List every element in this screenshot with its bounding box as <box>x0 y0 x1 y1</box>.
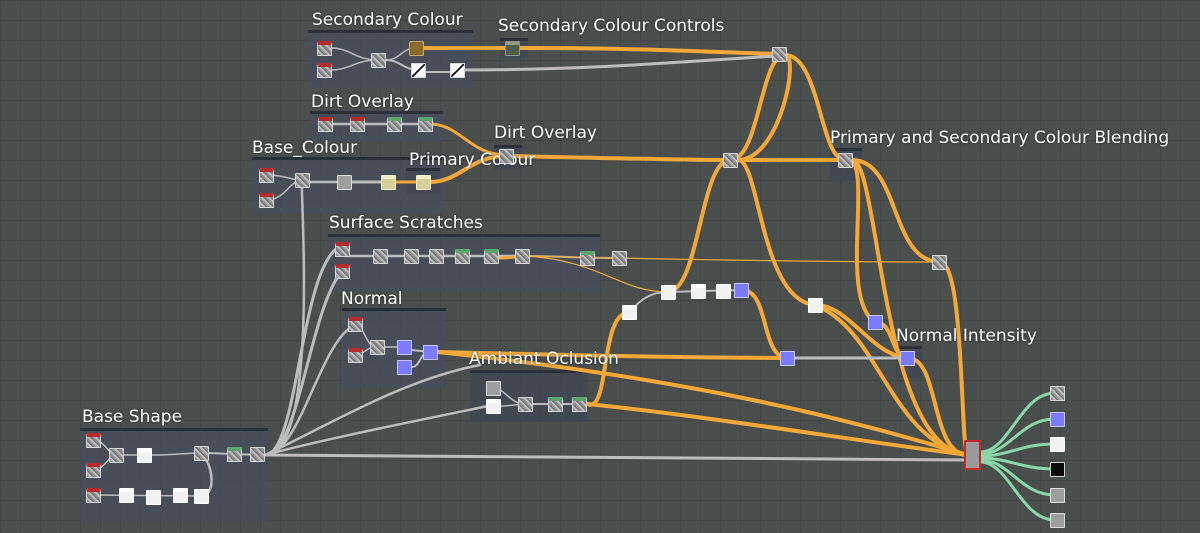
node[interactable] <box>505 41 520 56</box>
node[interactable] <box>691 284 706 299</box>
node[interactable] <box>348 317 363 332</box>
frame-title-surface-scratches: Surface Scratches <box>329 213 483 233</box>
node[interactable] <box>370 340 385 355</box>
ambient-occlusion-output[interactable] <box>1050 513 1065 528</box>
node[interactable] <box>429 249 444 264</box>
metallic-output[interactable] <box>1050 462 1065 477</box>
node[interactable] <box>423 345 438 360</box>
node[interactable] <box>486 399 501 414</box>
node-label-dirt-overlay: Dirt Overlay <box>494 123 597 143</box>
node[interactable] <box>371 53 386 68</box>
node-label-normal-intensity: Normal Intensity <box>896 326 1037 346</box>
node[interactable] <box>335 242 350 257</box>
node-label-primary-colour: Primary Colour <box>409 150 536 170</box>
node[interactable] <box>418 117 433 132</box>
node[interactable] <box>317 41 332 56</box>
node[interactable] <box>119 488 134 503</box>
roughness-output[interactable] <box>1050 437 1065 452</box>
node[interactable] <box>259 168 274 183</box>
node[interactable] <box>518 397 533 412</box>
node[interactable] <box>137 448 152 463</box>
node-label-secondary-colour-controls: Secondary Colour Controls <box>498 16 725 36</box>
node[interactable] <box>295 173 310 188</box>
node-label-ambiant-oclusion: Ambiant Oclusion <box>469 349 619 369</box>
node[interactable] <box>404 249 419 264</box>
node[interactable] <box>484 249 499 264</box>
node[interactable] <box>397 360 412 375</box>
node[interactable] <box>932 255 947 270</box>
node[interactable] <box>499 149 514 164</box>
node[interactable] <box>317 63 332 78</box>
node[interactable] <box>335 264 350 279</box>
node[interactable] <box>86 433 101 448</box>
material-output-node[interactable] <box>964 440 981 470</box>
frame-title-normal: Normal <box>341 289 403 309</box>
node[interactable] <box>486 381 501 396</box>
node[interactable] <box>572 397 587 412</box>
node[interactable] <box>373 249 388 264</box>
node[interactable] <box>455 249 470 264</box>
frame-title-base-colour: Base_Colour <box>252 138 358 158</box>
connection-wires <box>92 46 1057 522</box>
node[interactable] <box>194 446 209 461</box>
node[interactable] <box>780 351 795 366</box>
node[interactable] <box>900 351 915 366</box>
node[interactable] <box>397 340 412 355</box>
node[interactable] <box>868 315 883 330</box>
node[interactable] <box>622 305 637 320</box>
node[interactable] <box>259 193 274 208</box>
node[interactable] <box>387 117 402 132</box>
node[interactable] <box>86 463 101 478</box>
node[interactable] <box>515 249 530 264</box>
node[interactable] <box>86 488 101 503</box>
node[interactable] <box>250 447 265 462</box>
node[interactable] <box>808 298 823 313</box>
node[interactable] <box>580 251 595 266</box>
node[interactable] <box>337 175 352 190</box>
node[interactable] <box>772 47 787 62</box>
frame-title-dirt-overlay: Dirt Overlay <box>311 92 414 112</box>
node[interactable] <box>173 488 188 503</box>
node[interactable] <box>409 41 424 56</box>
node[interactable] <box>348 348 363 363</box>
node[interactable] <box>318 117 333 132</box>
node[interactable] <box>734 283 749 298</box>
node[interactable] <box>723 153 738 168</box>
node[interactable] <box>350 117 365 132</box>
node[interactable] <box>450 63 465 78</box>
frame-title-base-shape: Base Shape <box>82 407 183 427</box>
node[interactable] <box>416 175 431 190</box>
node[interactable] <box>716 284 731 299</box>
node[interactable] <box>548 397 563 412</box>
node-label-blending: Primary and Secondary Colour Blending <box>830 128 1170 148</box>
node-graph-canvas[interactable]: Secondary Colour Secondary Colour Contro… <box>0 0 1200 533</box>
node[interactable] <box>612 251 627 266</box>
base-color-output[interactable] <box>1050 386 1065 401</box>
height-output[interactable] <box>1050 488 1065 503</box>
normal-output[interactable] <box>1050 412 1065 427</box>
node[interactable] <box>109 448 124 463</box>
node[interactable] <box>381 175 396 190</box>
frame-title-secondary-colour: Secondary Colour <box>312 10 463 30</box>
node[interactable] <box>838 153 853 168</box>
node[interactable] <box>146 490 161 505</box>
node[interactable] <box>661 285 676 300</box>
node[interactable] <box>411 63 426 78</box>
node[interactable] <box>227 447 242 462</box>
node[interactable] <box>194 489 209 504</box>
